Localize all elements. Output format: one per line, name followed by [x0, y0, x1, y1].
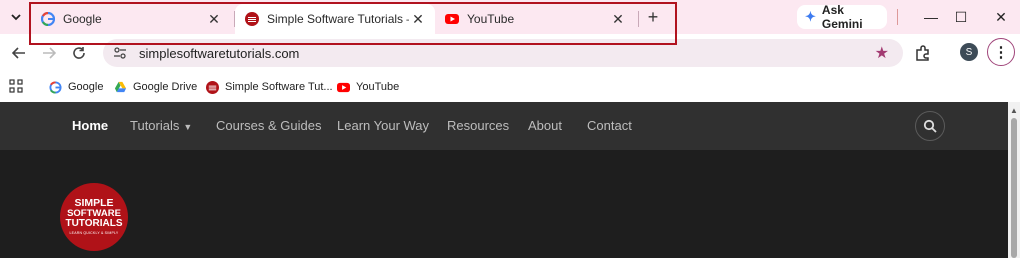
- ask-gemini-button[interactable]: ✦ Ask Gemini: [797, 3, 887, 31]
- new-tab-button[interactable]: +: [642, 7, 664, 27]
- tab-title: YouTube: [467, 12, 515, 26]
- google-drive-icon: [114, 81, 127, 92]
- chevron-down-icon: [11, 14, 21, 21]
- google-icon: [41, 12, 55, 26]
- address-bar[interactable]: simplesoftwaretutorials.com ★: [103, 39, 903, 67]
- sst-icon: [206, 80, 219, 94]
- nav-home[interactable]: Home: [72, 118, 108, 133]
- maximize-button[interactable]: ☐: [949, 6, 973, 28]
- site-navigation: Home Tutorials ▼ Courses & Guides Learn Y…: [0, 102, 1008, 150]
- bookmark-label: Google Drive: [133, 81, 198, 93]
- site-logo[interactable]: SIMPLE SOFTWARE TUTORIALS LEARN QUICKLY …: [60, 183, 128, 251]
- arrow-left-icon: [12, 47, 25, 59]
- bookmark-star-icon[interactable]: ★: [875, 43, 889, 63]
- logo-tagline: LEARN QUICKLY & SIMPLY: [69, 230, 119, 235]
- site-info-icon[interactable]: [113, 46, 127, 60]
- arrow-right-icon: [43, 47, 56, 59]
- scroll-up-arrow-icon[interactable]: ▲: [1010, 106, 1018, 115]
- page-scrollbar[interactable]: ▲: [1008, 102, 1020, 258]
- close-tab-icon[interactable]: ✕: [609, 10, 627, 28]
- reload-button[interactable]: [69, 43, 89, 63]
- bookmark-simple-software-tutorials[interactable]: Simple Software Tut...: [206, 78, 333, 96]
- browser-toolbar: simplesoftwaretutorials.com ★ S ⋮: [0, 34, 1020, 72]
- close-tab-icon[interactable]: ✕: [205, 10, 223, 28]
- tab-title: Google: [63, 12, 102, 26]
- nav-contact[interactable]: Contact: [587, 118, 632, 133]
- bookmark-label: Google: [68, 81, 104, 93]
- youtube-icon: [445, 14, 459, 24]
- logo-line-3: TUTORIALS: [65, 218, 123, 230]
- caret-down-icon: ▼: [183, 122, 193, 132]
- bookmark-youtube[interactable]: YouTube: [337, 78, 399, 96]
- tab-title: Simple Software Tutorials – Lea: [267, 12, 409, 26]
- tab-google[interactable]: Google ✕: [31, 4, 231, 34]
- tab-search-button[interactable]: [6, 7, 26, 27]
- close-window-button[interactable]: ✕: [989, 6, 1013, 28]
- reload-icon: [73, 47, 85, 59]
- ask-gemini-label: Ask Gemini: [821, 3, 863, 31]
- back-button[interactable]: [9, 43, 29, 63]
- chrome-menu-button[interactable]: ⋮: [987, 38, 1015, 66]
- site-search-button[interactable]: [915, 111, 945, 141]
- nav-courses-guides[interactable]: Courses & Guides: [216, 118, 322, 133]
- bookmark-label: Simple Software Tut...: [225, 81, 333, 93]
- youtube-icon: [337, 82, 350, 92]
- bookmarks-bar: Google Google Drive Simple Software Tut.…: [0, 72, 1020, 102]
- apps-grid-icon[interactable]: [9, 79, 23, 93]
- minimize-button[interactable]: —: [919, 6, 943, 28]
- url-text[interactable]: simplesoftwaretutorials.com: [139, 46, 875, 61]
- gemini-sparkle-icon: ✦: [805, 9, 816, 24]
- sst-icon: [245, 12, 259, 26]
- site-hero: SIMPLE SOFTWARE TUTORIALS LEARN QUICKLY …: [0, 150, 1008, 258]
- bookmark-google[interactable]: Google: [49, 78, 103, 96]
- search-icon: [923, 119, 937, 133]
- nav-tutorials[interactable]: Tutorials ▼: [130, 118, 192, 133]
- tab-strip: Google ✕ Simple Software Tutorials – Lea…: [0, 0, 1020, 34]
- window-controls-divider: [897, 9, 898, 25]
- profile-avatar[interactable]: S: [960, 43, 978, 61]
- forward-button[interactable]: [39, 43, 59, 63]
- bookmark-google-drive[interactable]: Google Drive: [114, 78, 197, 96]
- browser-chrome: Google ✕ Simple Software Tutorials – Lea…: [0, 0, 1020, 102]
- nav-tutorials-label: Tutorials: [130, 118, 180, 133]
- nav-resources[interactable]: Resources: [447, 118, 509, 133]
- close-tab-icon[interactable]: ✕: [409, 10, 427, 28]
- tab-divider: [638, 11, 639, 27]
- tab-youtube[interactable]: YouTube ✕: [435, 4, 635, 34]
- extensions-icon[interactable]: [913, 43, 933, 63]
- google-icon: [49, 80, 62, 94]
- scrollbar-thumb[interactable]: [1011, 118, 1017, 258]
- bookmark-label: YouTube: [356, 81, 400, 93]
- nav-learn-your-way[interactable]: Learn Your Way: [337, 118, 429, 133]
- tab-simple-software-tutorials[interactable]: Simple Software Tutorials – Lea ✕: [235, 4, 435, 34]
- nav-about[interactable]: About: [528, 118, 562, 133]
